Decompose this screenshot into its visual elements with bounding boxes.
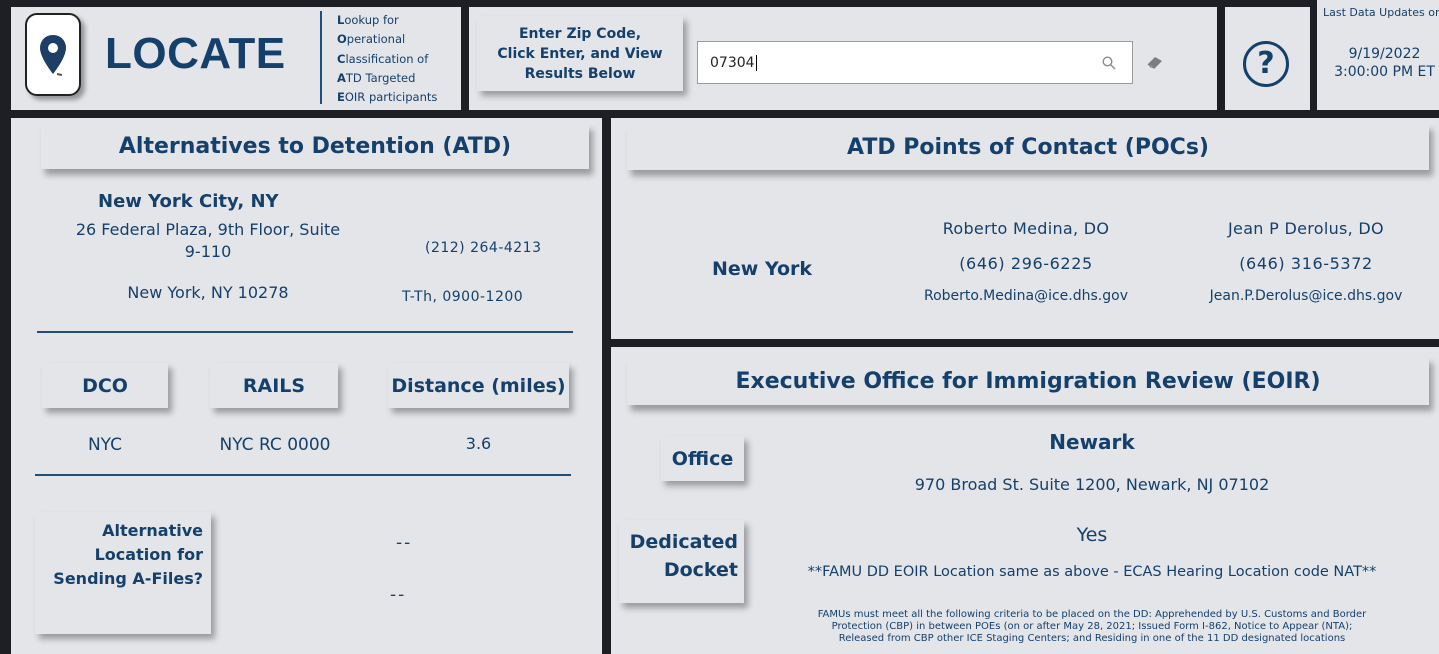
acronym-line: EOIR participants [337, 90, 438, 105]
rails-header: RAILS [210, 363, 338, 408]
atd-office-name: New York City, NY [98, 191, 279, 212]
poc-title: ATD Points of Contact (POCs) [627, 124, 1429, 170]
poc-contact-email[interactable]: Roberto.Medina@ice.dhs.gov [891, 288, 1161, 304]
brand-panel: LOCATE Lookup for Operational Classifica… [11, 7, 461, 110]
alt-location-label: Alternative Location for Sending A-Files… [35, 512, 211, 634]
logo-badge [25, 13, 81, 96]
brand-acronym: Lookup for Operational Classification of… [337, 11, 437, 107]
zip-search-input[interactable]: 07304 [710, 54, 757, 71]
dedicated-docket-label: Dedicated Docket [619, 520, 744, 603]
poc-contact-name: Roberto Medina, DO [942, 219, 1110, 238]
atd-phone: (212) 264-4213 [425, 240, 542, 256]
atd-panel: Alternatives to Detention (ATD) New York… [11, 118, 602, 654]
map-pin-icon [40, 34, 66, 76]
brand-divider [320, 11, 322, 104]
help-panel: ? [1225, 7, 1310, 110]
office-label: Office [661, 436, 744, 481]
poc-contact-1: Roberto Medina, DO (646) 296-6225 Robert… [891, 219, 1161, 304]
alt-location-value-2: -- [390, 585, 407, 605]
docket-criteria: FAMUs must meet all the following criter… [817, 609, 1367, 644]
dco-value: NYC [87, 435, 123, 455]
atd-divider-bottom [35, 474, 571, 476]
poc-contact-name: Jean P Derolus, DO [1228, 219, 1384, 238]
acronym-line: ATD Targeted [337, 70, 416, 85]
acronym-line: Classification of [337, 51, 429, 66]
acronym-line: Lookup for [337, 13, 399, 27]
acronym-line: Operational [337, 32, 406, 47]
poc-region: New York [712, 258, 813, 280]
atd-address: 26 Federal Plaza, 9th Floor, Suite 9-110 [75, 220, 341, 261]
zip-search-box[interactable]: 07304 [697, 41, 1133, 84]
poc-contact-phone: (646) 296-6225 [959, 254, 1093, 273]
atd-city: New York, NY 10278 [127, 283, 289, 302]
eoir-office-address: 970 Broad St. Suite 1200, Newark, NJ 071… [914, 475, 1270, 494]
search-icon[interactable] [1102, 56, 1116, 70]
eoir-office-name: Newark [1049, 430, 1135, 454]
rails-value: NYC RC 0000 [219, 435, 331, 455]
search-instructions: Enter Zip Code, Click Enter, and View Re… [477, 16, 683, 91]
poc-contact-2: Jean P Derolus, DO (646) 316-5372 Jean.P… [1171, 219, 1439, 304]
brand-name: LOCATE [105, 29, 286, 78]
poc-panel: ATD Points of Contact (POCs) New York Ro… [611, 118, 1439, 339]
update-panel: Last Data Updates on 9/19/2022 3:00:00 P… [1317, 0, 1439, 110]
eraser-icon[interactable] [1146, 55, 1164, 69]
update-label: Last Data Updates on [1323, 6, 1439, 19]
atd-title: Alternatives to Detention (ATD) [41, 124, 589, 169]
update-time: 3:00:00 PM ET [1334, 64, 1435, 80]
poc-contact-email[interactable]: Jean.P.Derolus@ice.dhs.gov [1171, 288, 1439, 304]
eoir-panel: Executive Office for Immigration Review … [611, 347, 1439, 654]
poc-contact-phone: (646) 316-5372 [1239, 254, 1373, 273]
search-panel: Enter Zip Code, Click Enter, and View Re… [469, 7, 1217, 110]
eoir-title: Executive Office for Immigration Review … [627, 357, 1429, 405]
help-icon[interactable]: ? [1243, 41, 1289, 87]
update-date: 9/19/2022 [1348, 46, 1421, 62]
distance-header: Distance (miles) [388, 363, 569, 408]
docket-value: Yes [1076, 524, 1108, 546]
alt-location-value: -- [396, 533, 413, 553]
atd-hours: T-Th, 0900-1200 [402, 289, 524, 305]
docket-note: **FAMU DD EOIR Location same as above - … [807, 564, 1377, 580]
distance-value: 3.6 [465, 434, 492, 453]
atd-divider-top [37, 331, 573, 333]
dco-header: DCO [42, 363, 168, 408]
